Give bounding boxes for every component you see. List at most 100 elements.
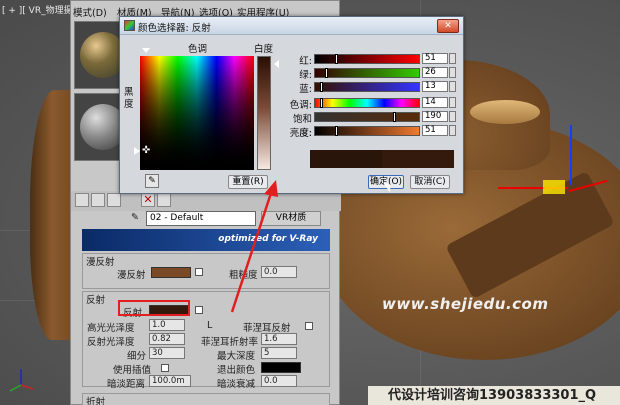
reflect-highlight-box [118,300,190,316]
max-depth-label: 最大深度 [217,351,256,362]
reflect-map-button[interactable] [195,306,203,314]
max-depth-spinner[interactable]: 5 [261,347,297,359]
get-material-icon[interactable] [75,193,89,207]
diffuse-color-swatch[interactable] [151,267,191,278]
material-slot[interactable] [74,93,124,161]
close-button[interactable]: ✕ [437,19,459,33]
fresnel-label: 菲涅耳反射 [243,323,291,334]
green-slider[interactable] [314,68,420,78]
lock-button[interactable]: L [207,320,212,331]
green-spinner-icon[interactable] [449,67,456,78]
vray-banner-text: optimized for V-Ray [218,234,318,244]
hue-label: 色调 [188,44,208,55]
gizmo-y-axis[interactable] [570,125,572,185]
blue-label: 蓝: [299,84,312,95]
cancel-button[interactable]: 取消(C) [410,175,450,189]
red-spinner-icon[interactable] [449,53,456,64]
copy-material-icon[interactable] [157,193,171,207]
hilight-gloss-spinner[interactable]: 1.0 [149,319,185,331]
saturation-slider[interactable] [314,112,420,122]
blue-slider[interactable] [314,82,420,92]
diffuse-section-title[interactable]: 漫反射 [86,254,115,268]
blue-spinner-icon[interactable] [449,81,456,92]
eyedropper-icon[interactable]: ✎ [145,174,159,188]
red-label: 红: [299,56,312,67]
hue-value-field[interactable]: 14 [422,97,448,108]
blackness-pointer-icon[interactable] [134,147,140,155]
blue-slider-row: 蓝: 13 [282,81,462,95]
refl-gloss-label: 反射光泽度 [87,337,135,348]
fresnel-ior-spinner[interactable]: 1.6 [261,333,297,345]
reset-material-icon[interactable]: ✕ [141,193,155,207]
saturation-slider-row: 饱和度: 190 [282,111,462,139]
crosshair-icon[interactable]: ✜ [142,145,150,156]
saturation-spinner-icon[interactable] [449,111,456,122]
red-slider[interactable] [314,54,420,64]
red-value-field[interactable]: 51 [422,53,448,64]
slider-thumb[interactable] [320,98,323,108]
dim-falloff-label: 暗淡衰减 [217,379,256,390]
slider-thumb[interactable] [325,68,328,78]
put-to-scene-icon[interactable] [91,193,105,207]
refraction-section-title[interactable]: 折射 [86,394,105,405]
use-interp-label: 使用插值 [113,365,152,376]
red-slider-row: 红: 51 [282,53,462,67]
material-sample-ball [80,104,123,150]
dialog-title: 颜色选择器: 反射 [138,23,211,34]
promo-banner: 代设计培训咨询13903833301_Q [368,386,620,405]
current-color-swatch [382,150,454,168]
green-value-field[interactable]: 26 [422,67,448,78]
dialog-title-bar[interactable]: 颜色选择器: 反射 ✕ [120,17,463,35]
hue-blackness-field[interactable] [140,56,254,170]
blackness-label: 黑度 [124,87,134,110]
saturation-value-field[interactable]: 190 [422,111,448,122]
viewport-label[interactable]: [ + ][ VR_物理摄 [2,3,73,16]
eyedropper-icon[interactable]: ✎ [131,212,139,223]
dim-falloff-spinner[interactable]: 0.0 [261,375,297,387]
material-type-button[interactable]: VR材质 [261,211,321,226]
use-interp-checkbox[interactable] [161,364,169,372]
material-name-dropdown[interactable]: 02 - Default [146,211,256,226]
slider-thumb[interactable] [335,126,338,136]
slider-thumb[interactable] [335,54,338,64]
watermark-text: www.shejiedu.com [382,295,549,313]
roughness-spinner[interactable]: 0.0 [261,266,297,278]
green-label: 绿: [299,70,312,81]
hue-slider-label: 色调: [289,100,312,111]
reflection-section-title[interactable]: 反射 [86,292,105,306]
reset-button[interactable]: 重置(R) [228,175,268,189]
whiteness-pointer-icon[interactable] [274,60,279,68]
slider-thumb[interactable] [393,112,396,122]
slider-thumb[interactable] [320,82,323,92]
color-picker-icon [124,20,135,31]
vray-banner: optimized for V-Ray [82,229,330,251]
hue-slider[interactable] [314,98,420,108]
material-toolbar: ✕ [71,191,341,211]
assign-material-icon[interactable] [107,193,121,207]
dim-distance-label: 暗淡距离 [107,379,146,390]
value-slider[interactable] [314,126,420,136]
hue-spinner-icon[interactable] [449,97,456,108]
fresnel-ior-label: 菲涅耳折射率 [201,337,259,348]
diffuse-map-button[interactable] [195,268,203,276]
exit-color-swatch[interactable] [261,362,301,373]
value-spinner-icon[interactable] [449,125,456,136]
diffuse-label: 漫反射 [117,270,146,281]
menu-mode[interactable]: 模式(D) [73,5,107,19]
refl-gloss-spinner[interactable]: 0.82 [149,333,185,345]
blue-value-field[interactable]: 13 [422,81,448,92]
subdivs-spinner[interactable]: 30 [149,347,185,359]
dim-distance-spinner[interactable]: 100.0m [149,375,191,387]
material-slot[interactable] [74,21,124,89]
knob-object[interactable] [470,100,540,124]
green-slider-row: 绿: 26 [282,67,462,81]
gizmo-plane-handle[interactable] [543,180,565,194]
hue-pointer-icon[interactable] [142,48,150,53]
value-value-field[interactable]: 51 [422,125,448,136]
fresnel-checkbox[interactable] [305,322,313,330]
hilight-gloss-label: 高光光泽度 [87,323,135,334]
roughness-label: 粗糙度 [229,270,258,281]
previous-color-swatch[interactable] [310,150,382,168]
whiteness-label: 白度 [254,44,274,55]
whiteness-strip[interactable] [257,56,271,170]
